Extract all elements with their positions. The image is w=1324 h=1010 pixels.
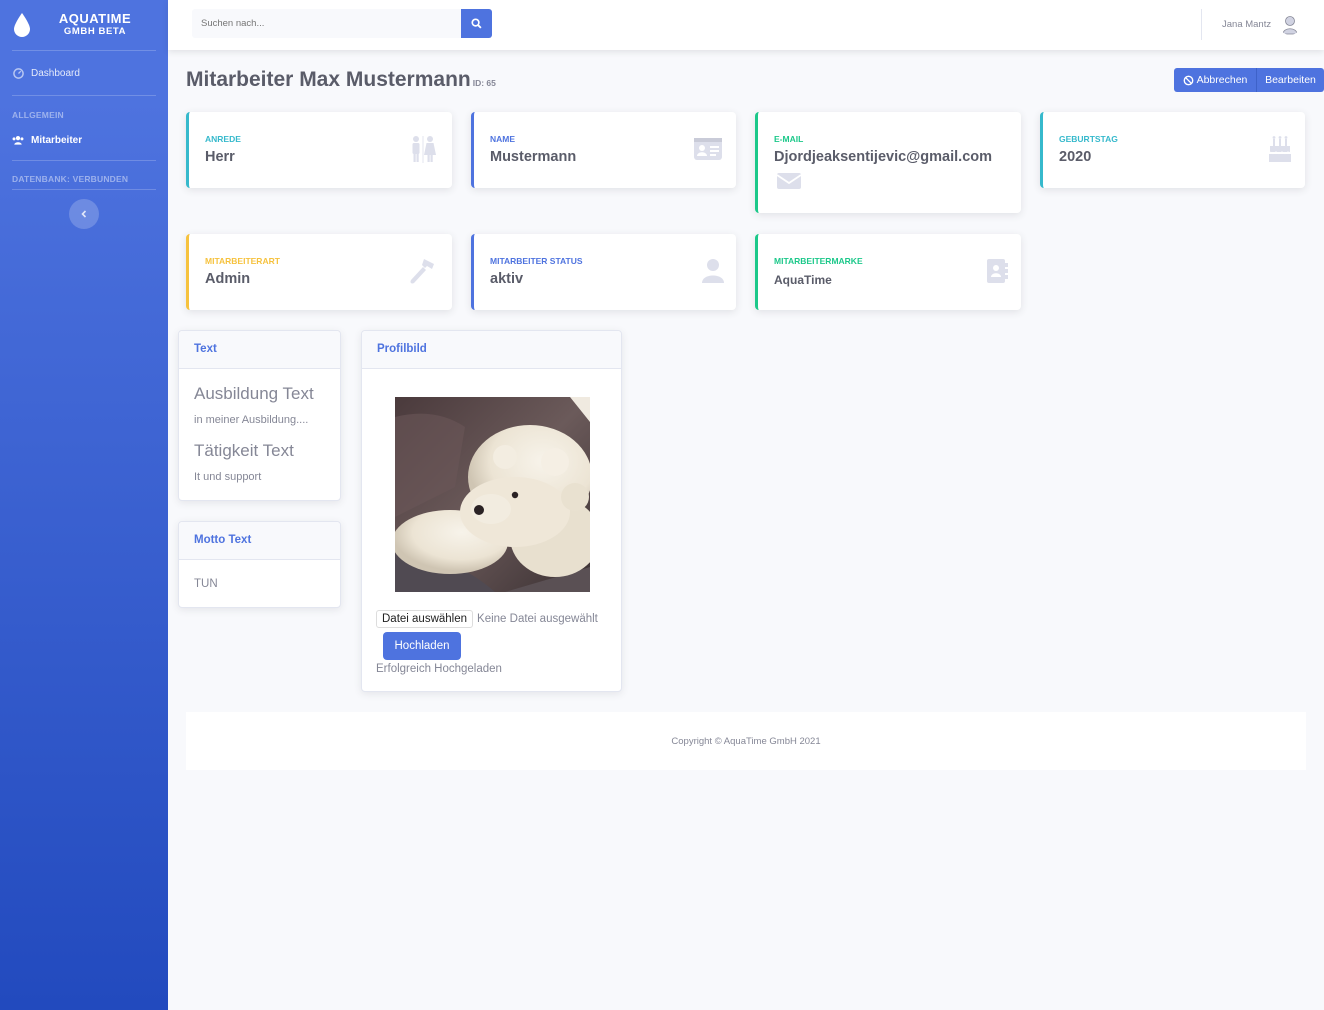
activity-heading: Tätigkeit Text: [194, 441, 294, 460]
envelope-icon: [774, 166, 804, 196]
choose-file-button[interactable]: Datei auswählen: [376, 610, 474, 628]
card-label: E-MAIL: [774, 134, 804, 144]
card-value: aktiv: [490, 271, 524, 287]
profile-picture-panel: Profilbild Datei auswählen Keine Datei a…: [361, 330, 622, 692]
sidebar-item-dashboard[interactable]: Dashboard: [0, 51, 168, 95]
topbar-divider: [1201, 9, 1202, 40]
sidebar-toggle-button[interactable]: [69, 199, 99, 229]
card-label: NAME: [490, 134, 516, 144]
hammer-icon: [409, 256, 439, 286]
upload-button[interactable]: Hochladen: [383, 632, 461, 660]
card-email: E-MAIL Djordjeaksentijevic@gmail.com: [755, 112, 1021, 213]
profile-panel-title: Profilbild: [362, 331, 621, 369]
action-buttons: Abbrechen Bearbeiten: [1174, 68, 1324, 92]
text-panel: Text Ausbildung Text in meiner Ausbildun…: [178, 330, 341, 501]
card-anrede: ANREDE Herr: [186, 112, 452, 188]
sidebar-item-label: Mitarbeiter: [31, 134, 83, 146]
card-label: ANREDE: [205, 134, 241, 144]
card-value: Djordjeaksentijevic@gmail.com: [774, 149, 993, 165]
search-button[interactable]: [461, 9, 492, 38]
employee-id: ID: 65: [472, 78, 496, 88]
cancel-button[interactable]: Abbrechen: [1174, 68, 1256, 92]
sidebar-item-mitarbeiter[interactable]: Mitarbeiter: [0, 122, 168, 158]
ban-icon: [1183, 75, 1193, 85]
brand-line-1: AQUATIME: [58, 11, 132, 27]
sidebar-divider: [12, 189, 156, 190]
page-title: Mitarbeiter Max Mustermann ID: 65: [186, 68, 496, 92]
card-label: MITARBEITERART: [205, 256, 280, 266]
sidebar-divider: [12, 95, 156, 96]
copyright-text: Copyright © AquaTime GmbH 2021: [671, 735, 821, 747]
restroom-icon: [408, 134, 438, 164]
file-status-text: Keine Datei ausgewählt: [477, 613, 598, 625]
card-label: MITARBEITER STATUS: [490, 256, 583, 266]
sidebar-heading-db: DATENBANK: VERBUNDEN: [12, 174, 129, 184]
card-employee-status: MITARBEITER STATUS aktiv: [471, 234, 736, 310]
water-drop-icon: [14, 13, 30, 37]
card-employee-type: MITARBEITERART Admin: [186, 234, 452, 310]
avatar: [1279, 13, 1302, 35]
file-input-row: Datei auswählen Keine Datei ausgewählt: [376, 610, 598, 628]
topbar: Jana Mantz: [168, 0, 1324, 50]
cancel-label: Abbrechen: [1196, 74, 1248, 86]
search-form: [192, 9, 492, 38]
card-value: 2020: [1059, 149, 1092, 165]
edit-button[interactable]: Bearbeiten: [1256, 68, 1324, 92]
card-name: NAME Mustermann: [471, 112, 736, 188]
card-label: MITARBEITERMARKE: [774, 256, 863, 266]
dashboard-icon: [12, 67, 24, 79]
brand-line-2: GMBH BETA: [63, 26, 127, 37]
card-value: Admin: [205, 271, 251, 287]
brand-name: AQUATIME GMBH BETA: [46, 11, 168, 38]
card-value: AquaTime: [774, 273, 832, 287]
card-value: Herr: [205, 149, 235, 165]
sidebar-heading-general: ALLGEMEIN: [12, 110, 64, 120]
users-icon: [12, 134, 24, 146]
text-panel-title: Text: [179, 331, 340, 369]
motto-panel: Motto Text TUN: [178, 521, 341, 608]
edit-label: Bearbeiten: [1265, 74, 1316, 86]
sidebar-item-label: Dashboard: [31, 67, 80, 79]
motto-panel-title: Motto Text: [179, 522, 340, 560]
user-name: Jana Mantz: [1222, 18, 1272, 30]
upload-status-message: Erfolgreich Hochgeladen: [376, 663, 502, 675]
card-birthday: GEBURTSTAG 2020: [1040, 112, 1305, 188]
chevron-left-icon: [81, 210, 87, 218]
birthday-cake-icon: [1265, 134, 1295, 164]
address-book-icon: [982, 256, 1012, 286]
footer: Copyright © AquaTime GmbH 2021: [186, 712, 1306, 770]
brand-link[interactable]: AQUATIME GMBH BETA: [0, 0, 168, 50]
training-heading: Ausbildung Text: [194, 384, 314, 403]
search-input[interactable]: [192, 9, 461, 38]
motto-text: TUN: [194, 578, 218, 590]
user-menu[interactable]: Jana Mantz: [1222, 13, 1302, 35]
user-icon: [698, 256, 728, 286]
profile-photo: [395, 397, 590, 592]
sidebar-divider: [12, 160, 156, 161]
card-label: GEBURTSTAG: [1059, 134, 1118, 144]
sidebar: AQUATIME GMBH BETA Dashboard ALLGEMEIN M…: [0, 0, 168, 1010]
id-card-icon: [693, 134, 723, 164]
page-title-text: Mitarbeiter Max Mustermann: [186, 68, 471, 91]
card-employee-brand: MITARBEITERMARKE AquaTime: [755, 234, 1021, 310]
search-icon: [471, 18, 482, 29]
card-value: Mustermann: [490, 149, 577, 165]
training-text: in meiner Ausbildung....: [194, 414, 309, 426]
activity-text: It und support: [194, 471, 262, 483]
